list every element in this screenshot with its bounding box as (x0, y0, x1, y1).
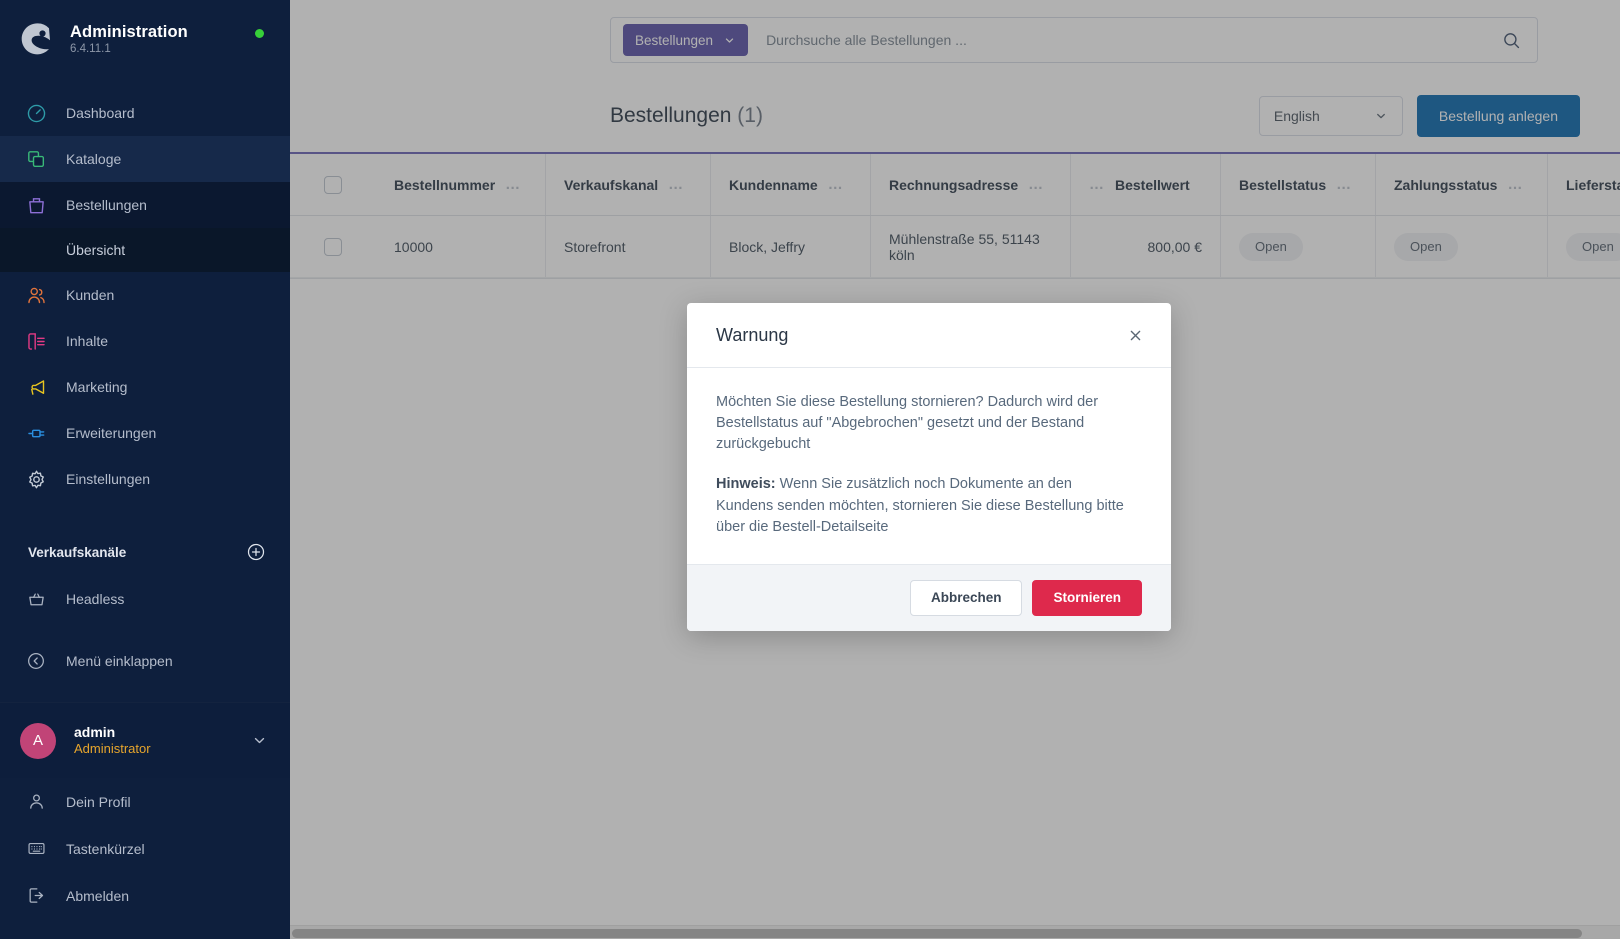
content-icon (24, 329, 48, 353)
sidebar-item-label: Marketing (66, 379, 128, 395)
keyboard-icon (24, 837, 48, 861)
sidebar-subitem-uebersicht[interactable]: Übersicht (0, 228, 290, 272)
modal-note-label: Hinweis: (716, 476, 776, 493)
admin-application: Administration 6.4.11.1 Dashboard Katalo… (0, 0, 1620, 939)
sidebar-user-name: admin (74, 723, 116, 740)
sidebar-item-inhalte[interactable]: Inhalte (0, 318, 290, 364)
collapse-left-icon (24, 651, 48, 671)
modal-note: Hinweis: Wenn Sie zusätzlich noch Dokume… (716, 474, 1126, 537)
sidebar-item-kataloge[interactable]: Kataloge (0, 136, 290, 182)
sidebar-footer: Dein Profil Tastenkürzel Abmelden (0, 778, 290, 919)
sidebar-item-bestellungen[interactable]: Bestellungen (0, 182, 290, 228)
sidebar-item-kunden[interactable]: Kunden (0, 272, 290, 318)
sidebar-item-label: Einstellungen (66, 471, 151, 487)
shopware-logo-icon (18, 20, 56, 58)
warning-modal: Warnung Möchten Sie diese Bestellung sto… (687, 303, 1171, 631)
customers-icon (24, 283, 48, 307)
sidebar-user-menu[interactable]: A admin Administrator (0, 702, 290, 778)
modal-header: Warnung (687, 303, 1171, 368)
sidebar-item-einstellungen[interactable]: Einstellungen (0, 456, 290, 502)
sidebar-item-tastenkuerzel[interactable]: Tastenkürzel (0, 825, 290, 872)
sidebar-user-role: Administrator (74, 741, 151, 757)
sidebar-item-label: Dein Profil (66, 793, 131, 810)
sidebar-item-label: Abmelden (66, 887, 130, 904)
chevron-down-icon (251, 732, 268, 749)
plug-icon (24, 421, 48, 445)
gear-icon (24, 467, 48, 491)
sidebar-section-sales-channels: Verkaufskanäle (0, 528, 290, 576)
sidebar-nav: Dashboard Kataloge Bestellungen Übersich… (0, 90, 290, 502)
avatar: A (20, 722, 56, 759)
sidebar-item-label: Kataloge (66, 151, 122, 167)
modal-body: Möchten Sie diese Bestellung stornieren?… (687, 368, 1171, 564)
dashboard-icon (24, 101, 48, 125)
sidebar-item-erweiterungen[interactable]: Erweiterungen (0, 410, 290, 456)
sidebar-brand[interactable]: Administration 6.4.11.1 (0, 0, 290, 78)
headless-basket-icon (24, 590, 48, 609)
sidebar-channel-headless[interactable]: Headless (0, 576, 290, 622)
modal-footer: Abbrechen Stornieren (687, 563, 1171, 631)
user-icon (24, 790, 48, 814)
sidebar-collapse-label: Menü einklappen (66, 653, 173, 669)
catalog-icon (24, 147, 48, 171)
close-icon[interactable] (1121, 321, 1149, 349)
sidebar: Administration 6.4.11.1 Dashboard Katalo… (0, 0, 290, 939)
sidebar-item-label: Bestellungen (66, 197, 147, 213)
online-status-dot (255, 29, 264, 38)
modal-message: Möchten Sie diese Bestellung stornieren?… (716, 394, 1099, 453)
sidebar-item-dashboard[interactable]: Dashboard (0, 90, 290, 136)
sidebar-item-label: Inhalte (66, 333, 109, 349)
cancel-button[interactable]: Abbrechen (909, 579, 1023, 616)
confirm-cancel-order-button[interactable]: Stornieren (1032, 579, 1142, 616)
sidebar-channel-label: Headless (66, 591, 125, 607)
plus-circle-icon[interactable] (246, 542, 266, 562)
sidebar-item-abmelden[interactable]: Abmelden (0, 872, 290, 919)
sidebar-collapse-menu[interactable]: Menü einklappen (0, 638, 290, 684)
sidebar-section-label: Verkaufskanäle (28, 544, 127, 560)
sidebar-item-dein-profil[interactable]: Dein Profil (0, 778, 290, 825)
logout-icon (24, 884, 48, 908)
orders-bag-icon (24, 193, 48, 217)
sidebar-item-marketing[interactable]: Marketing (0, 364, 290, 410)
sidebar-item-label: Dashboard (66, 105, 135, 121)
megaphone-icon (24, 375, 48, 399)
modal-title: Warnung (716, 324, 789, 345)
sidebar-subitem-label: Übersicht (66, 242, 126, 258)
sidebar-item-label: Tastenkürzel (66, 840, 145, 857)
modal-note-text: Wenn Sie zusätzlich noch Dokumente an de… (716, 476, 1124, 535)
sidebar-item-label: Erweiterungen (66, 425, 157, 441)
sidebar-item-label: Kunden (66, 287, 115, 303)
sidebar-title: Administration (70, 22, 188, 41)
sidebar-version: 6.4.11.1 (70, 43, 111, 56)
